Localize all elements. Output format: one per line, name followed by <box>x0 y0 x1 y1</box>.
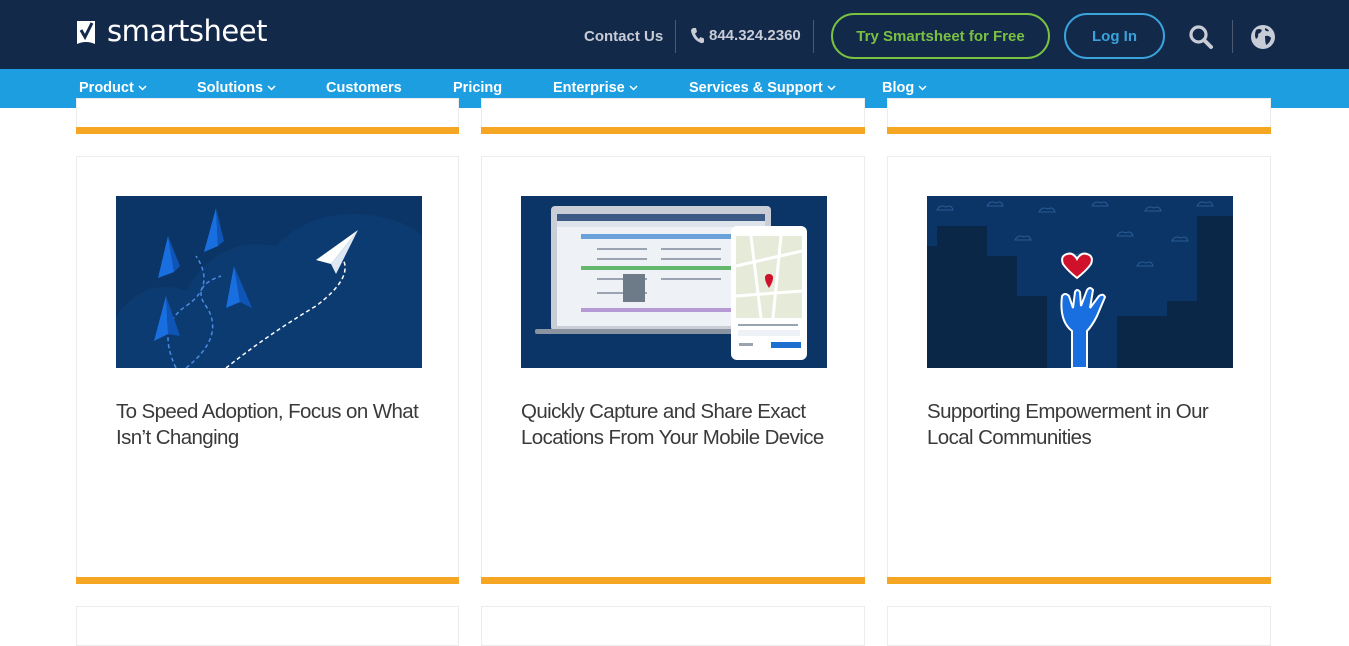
card-previous-row <box>481 98 865 134</box>
nav-item-label: Enterprise <box>553 80 625 96</box>
nav-item-product[interactable]: Product <box>79 80 147 96</box>
card-accent-bar <box>887 127 1271 134</box>
contact-us-link[interactable]: Contact Us <box>584 28 663 45</box>
card-accent-bar <box>887 577 1271 584</box>
card-next-row[interactable] <box>887 606 1271 646</box>
nav-item-solutions[interactable]: Solutions <box>197 80 276 96</box>
search-icon[interactable] <box>1188 24 1214 50</box>
blog-card[interactable]: To Speed Adoption, Focus on What Isn’t C… <box>76 156 459 584</box>
card-previous-row <box>76 98 459 134</box>
chevron-down-icon <box>629 85 638 91</box>
card-title[interactable]: Quickly Capture and Share Exact Location… <box>521 399 841 451</box>
nav-item-label: Solutions <box>197 80 264 96</box>
chevron-down-icon <box>827 85 836 91</box>
phone-icon <box>691 28 704 44</box>
hand-holding-heart-image[interactable] <box>927 196 1233 368</box>
nav-item-customers[interactable]: Customers <box>326 80 402 96</box>
card-previous-row <box>887 98 1271 134</box>
nav-item-label: Blog <box>882 80 915 96</box>
phone-number: 844.324.2360 <box>709 27 801 44</box>
log-in-button[interactable]: Log In <box>1064 13 1165 59</box>
card-title[interactable]: Supporting Empowerment in Our Local Comm… <box>927 399 1247 451</box>
top-header: smartsheet Contact Us 844.324.2360 Try S… <box>0 0 1349 69</box>
nav-item-label: Product <box>79 80 134 96</box>
chevron-down-icon <box>918 85 927 91</box>
card-next-row[interactable] <box>76 606 459 646</box>
try-free-button[interactable]: Try Smartsheet for Free <box>831 13 1050 59</box>
divider <box>1232 20 1233 53</box>
chevron-down-icon <box>138 85 147 91</box>
card-accent-bar <box>481 127 865 134</box>
laptop-and-tablet-map-image[interactable] <box>521 196 827 368</box>
phone-link[interactable]: 844.324.2360 <box>690 27 801 44</box>
nav-item-label: Customers <box>326 80 402 96</box>
divider <box>813 20 814 53</box>
card-next-row[interactable] <box>481 606 865 646</box>
nav-item-label: Pricing <box>453 80 503 96</box>
divider <box>675 20 676 53</box>
blog-card[interactable]: Quickly Capture and Share Exact Location… <box>481 156 865 584</box>
nav-item-enterprise[interactable]: Enterprise <box>553 80 638 96</box>
chevron-down-icon <box>267 85 276 91</box>
globe-icon[interactable] <box>1250 24 1276 50</box>
nav-item-pricing[interactable]: Pricing <box>453 80 502 96</box>
card-accent-bar <box>76 127 459 134</box>
nav-item-blog[interactable]: Blog <box>882 80 927 96</box>
checkmark-logo-icon <box>77 20 95 44</box>
paper-airplanes-image[interactable] <box>116 196 422 368</box>
logo-text: smartsheet <box>107 14 267 48</box>
card-accent-bar <box>481 577 865 584</box>
nav-item-services-support[interactable]: Services & Support <box>689 80 836 96</box>
blog-card[interactable]: Supporting Empowerment in Our Local Comm… <box>887 156 1271 584</box>
nav-item-label: Services & Support <box>689 80 823 96</box>
smartsheet-logo[interactable]: smartsheet <box>75 17 267 46</box>
card-accent-bar <box>76 577 459 584</box>
card-title[interactable]: To Speed Adoption, Focus on What Isn’t C… <box>116 399 436 451</box>
